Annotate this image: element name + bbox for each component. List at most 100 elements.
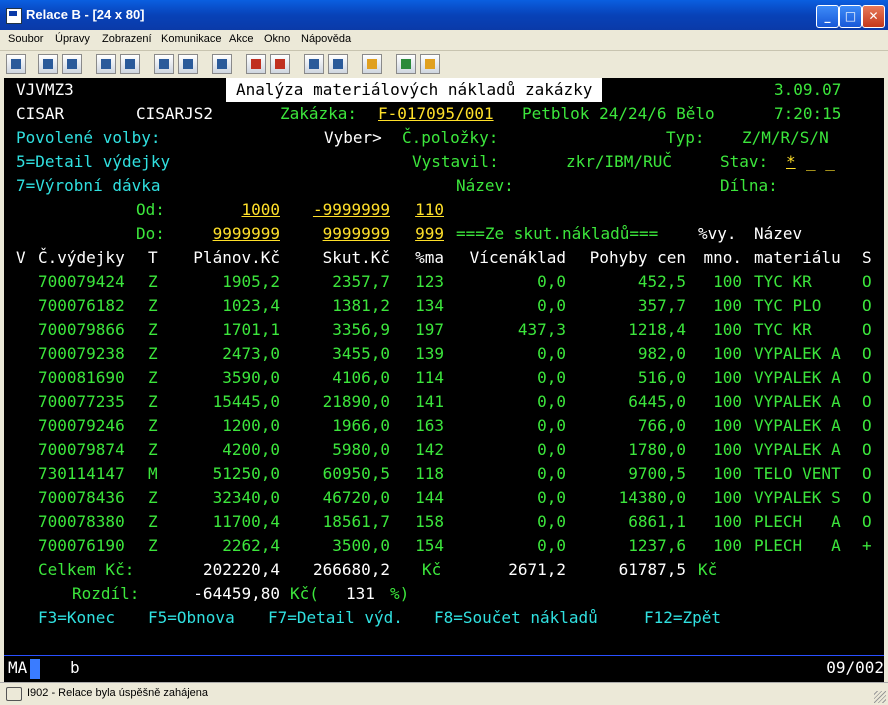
row-select-input[interactable]: [16, 270, 28, 288]
issuer-input[interactable]: [522, 150, 554, 174]
header-v: V: [16, 248, 26, 267]
option-7-batch: 7=Výrobní dávka: [16, 176, 161, 195]
row-type: Z: [148, 536, 158, 555]
issuer-options: zkr/IBM/RUČ: [566, 152, 672, 171]
fkey-f12[interactable]: F12=Zpět: [644, 606, 721, 630]
menu-okno[interactable]: Okno: [264, 33, 290, 45]
workshop-input[interactable]: [796, 174, 828, 198]
row-type: Z: [148, 512, 158, 531]
clip-icon[interactable]: [362, 54, 382, 74]
menu-zobrazeni[interactable]: Zobrazení: [102, 33, 152, 45]
header-s: S: [862, 248, 872, 267]
print-screen-icon[interactable]: [6, 54, 26, 74]
from-plan-input[interactable]: 1000: [180, 198, 280, 222]
row-actual: 2357,7: [332, 272, 390, 291]
to-label: Do:: [136, 224, 165, 243]
row-material: PLECH A: [754, 536, 841, 555]
row-price-moves: 516,0: [637, 368, 686, 387]
send-icon[interactable]: [96, 54, 116, 74]
option-5-detail: 5=Detail výdejky: [16, 152, 171, 171]
row-pct: 123: [415, 272, 444, 291]
totals-currency-2: Kč: [698, 560, 718, 579]
row-select-input[interactable]: [16, 510, 28, 528]
row-select-input[interactable]: [16, 534, 28, 552]
help-globe-icon[interactable]: [396, 54, 416, 74]
menu-upravy[interactable]: Úpravy: [55, 33, 90, 45]
row-issue-no: 700077235: [38, 392, 125, 411]
row-issue-no: 700081690: [38, 368, 125, 387]
header-pct: %ma: [415, 248, 444, 267]
item-no-input[interactable]: [508, 126, 658, 150]
from-actual-input[interactable]: -9999999: [290, 198, 390, 222]
keyboard-icon[interactable]: [178, 54, 198, 74]
minimize-button[interactable]: _: [816, 5, 839, 28]
row-status: O: [862, 320, 872, 339]
from-label: Od:: [136, 200, 165, 219]
row-qty: 100: [713, 464, 742, 483]
totals-extra: 2671,2: [508, 560, 566, 579]
display-icon[interactable]: [154, 54, 174, 74]
row-material: TYC PLO: [754, 296, 822, 315]
customize-icon[interactable]: [420, 54, 440, 74]
playback-icon[interactable]: [304, 54, 324, 74]
fkey-f5[interactable]: F5=Obnova: [148, 606, 235, 630]
row-extra: 0,0: [537, 272, 566, 291]
row-extra: 0,0: [537, 416, 566, 435]
row-issue-no: 700079874: [38, 440, 125, 459]
row-actual: 60950,5: [322, 464, 390, 483]
row-material: VYPALEK A: [754, 440, 841, 459]
copy-icon[interactable]: [38, 54, 58, 74]
name-input[interactable]: [534, 174, 710, 198]
to-actual-input[interactable]: 9999999: [290, 222, 390, 246]
menu-soubor[interactable]: Soubor: [8, 33, 43, 45]
stop-icon[interactable]: [270, 54, 290, 74]
order-field[interactable]: F-017095/001: [378, 102, 494, 126]
row-select-input[interactable]: [16, 318, 28, 336]
macro-icon[interactable]: [212, 54, 232, 74]
row-select-input[interactable]: [16, 462, 28, 480]
fkey-f8[interactable]: F8=Součet nákladů: [434, 606, 598, 630]
row-type: Z: [148, 392, 158, 411]
receive-icon[interactable]: [120, 54, 140, 74]
row-select-input[interactable]: [16, 414, 28, 432]
from-pct-input[interactable]: 110: [400, 198, 444, 222]
close-button[interactable]: ✕: [862, 5, 885, 28]
header-type: T: [148, 248, 158, 267]
row-select-input[interactable]: [16, 366, 28, 384]
terminal-app-icon[interactable]: [6, 8, 22, 24]
row-select-input[interactable]: [16, 390, 28, 408]
type-label: Typ:: [666, 128, 705, 147]
fkey-f7[interactable]: F7=Detail výd.: [268, 606, 403, 630]
resize-grip[interactable]: [874, 691, 886, 703]
paste-icon[interactable]: [62, 54, 82, 74]
row-issue-no: 700079246: [38, 416, 125, 435]
record-icon[interactable]: [246, 54, 266, 74]
macro-play-icon[interactable]: [328, 54, 348, 74]
row-select-input[interactable]: [16, 342, 28, 360]
menu-komunikace[interactable]: Komunikace: [161, 33, 222, 45]
menu-napoveda[interactable]: Nápověda: [301, 33, 351, 45]
row-pct: 158: [415, 512, 444, 531]
col-name-header: Název: [754, 224, 803, 243]
terminal-screen[interactable]: VJVMZ3 Analýza materiálových nákladů zak…: [4, 78, 884, 682]
type-input[interactable]: [718, 126, 728, 150]
state-input[interactable]: *: [786, 150, 796, 174]
fkey-f3[interactable]: F3=Konec: [38, 606, 115, 630]
row-qty: 100: [713, 344, 742, 363]
row-select-input[interactable]: [16, 294, 28, 312]
row-actual: 5980,0: [332, 440, 390, 459]
row-type: Z: [148, 440, 158, 459]
row-qty: 100: [713, 368, 742, 387]
row-select-input[interactable]: [16, 438, 28, 456]
state-input-2[interactable]: _ _: [806, 150, 835, 174]
to-plan-input[interactable]: 9999999: [180, 222, 280, 246]
menu-akce[interactable]: Akce: [229, 33, 253, 45]
screen-time: 7:20:15: [774, 104, 842, 123]
issuer-label: Vystavil:: [412, 152, 499, 171]
row-actual: 1381,2: [332, 296, 390, 315]
row-qty: 100: [713, 392, 742, 411]
oia-cursor-position: 09/002: [826, 658, 884, 677]
maximize-button[interactable]: □: [839, 5, 862, 28]
to-pct-input[interactable]: 999: [400, 222, 444, 246]
row-select-input[interactable]: [16, 486, 28, 504]
